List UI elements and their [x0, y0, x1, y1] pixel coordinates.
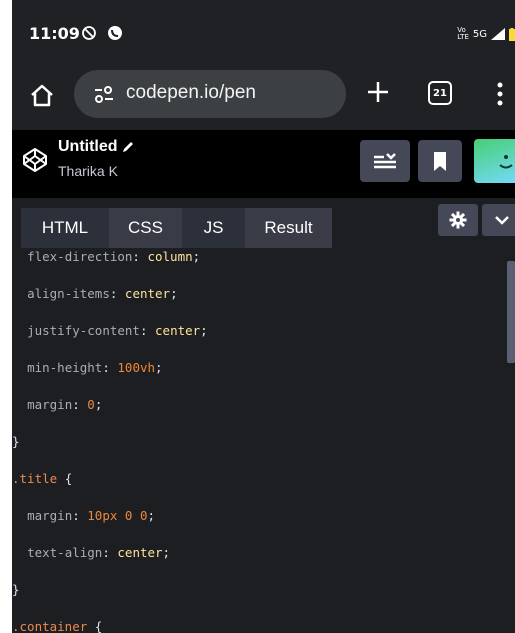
code-line: } — [12, 581, 20, 599]
pen-author[interactable]: Tharika K — [58, 163, 118, 179]
layout-icon — [374, 153, 396, 169]
gear-icon — [449, 211, 467, 229]
code-line: align-items: center; — [27, 286, 178, 301]
code-line: margin: 0; — [27, 397, 103, 412]
volte-badge: Vo LTE — [457, 27, 469, 41]
chevron-down-icon — [495, 216, 509, 225]
tab-html[interactable]: HTML — [21, 208, 109, 248]
code-line: text-align: center; — [27, 545, 171, 560]
bookmark-icon — [434, 152, 446, 171]
code-line: .container { — [12, 618, 102, 633]
editor-tabs: HTML CSS JS Result — [12, 198, 515, 248]
status-bar: 11:09 Vo LTE 5G — [12, 0, 515, 64]
url-text[interactable]: codepen.io/pen — [126, 82, 256, 104]
tab-switcher-button[interactable]: 21 — [428, 81, 452, 105]
code-line: .title { — [12, 470, 72, 488]
code-line: justify-content: center; — [27, 323, 208, 338]
code-line: flex-direction: column; — [27, 249, 201, 264]
collapse-editor-button[interactable] — [482, 204, 515, 236]
battery-icon — [509, 27, 515, 41]
code-value: center — [117, 545, 163, 560]
code-property: margin — [27, 508, 73, 523]
network-type: 5G — [472, 28, 487, 40]
address-bar[interactable]: codepen.io/pen — [74, 70, 346, 118]
status-indicators: Vo LTE 5G — [457, 27, 515, 41]
code-value: 100vh — [117, 360, 156, 375]
pen-header: Untitled Tharika K — [12, 130, 515, 198]
dnd-icon — [82, 26, 96, 40]
tab-count: 21 — [433, 87, 447, 99]
more-menu-icon[interactable] — [496, 80, 504, 108]
new-tab-icon[interactable] — [364, 78, 392, 106]
code-property: text-align — [27, 545, 103, 560]
code-property: margin — [27, 397, 73, 412]
code-line: } — [12, 433, 20, 451]
phone-screen: 11:09 Vo LTE 5G codepen.io/pen 21 Untitl… — [12, 0, 515, 633]
volte-bottom: LTE — [457, 33, 469, 41]
edit-title-icon[interactable] — [121, 140, 135, 154]
code-value: 0 — [87, 397, 95, 412]
avatar-face-icon — [499, 155, 513, 169]
code-value: center — [124, 286, 171, 301]
home-icon[interactable] — [24, 78, 60, 114]
code-selector: .title — [12, 471, 58, 486]
code-property: justify-content — [27, 323, 140, 338]
site-settings-icon[interactable] — [92, 82, 116, 106]
editor-scrollbar[interactable] — [507, 261, 515, 363]
whatsapp-icon — [108, 26, 122, 40]
status-time: 11:09 — [29, 24, 80, 43]
change-view-button[interactable] — [360, 140, 410, 182]
editor-settings-button[interactable] — [438, 204, 478, 236]
code-property: flex-direction — [27, 249, 133, 264]
pen-title[interactable]: Untitled — [58, 138, 118, 156]
code-value: 10px 0 0 — [87, 508, 148, 523]
signal-icon — [491, 28, 505, 40]
tab-css[interactable]: CSS — [109, 208, 182, 248]
code-brace: { — [64, 471, 73, 486]
code-value: column — [147, 249, 193, 264]
code-value: center — [155, 323, 201, 338]
user-avatar[interactable] — [474, 139, 515, 183]
code-brace: } — [12, 582, 20, 597]
codepen-logo-icon[interactable] — [22, 147, 48, 173]
tab-js[interactable]: JS — [182, 208, 245, 248]
css-code-editor[interactable]: flex-direction: column; align-items: cen… — [12, 248, 515, 633]
code-line: min-height: 100vh; — [27, 360, 163, 375]
code-line: margin: 10px 0 0; — [27, 508, 156, 523]
code-property: align-items — [27, 286, 110, 301]
save-button[interactable] — [418, 140, 462, 182]
code-property: min-height — [27, 360, 103, 375]
code-brace: { — [94, 619, 103, 633]
code-brace: } — [12, 434, 20, 449]
browser-toolbar: codepen.io/pen 21 — [12, 64, 515, 130]
code-selector: .container — [12, 619, 88, 633]
tab-result[interactable]: Result — [245, 208, 332, 248]
